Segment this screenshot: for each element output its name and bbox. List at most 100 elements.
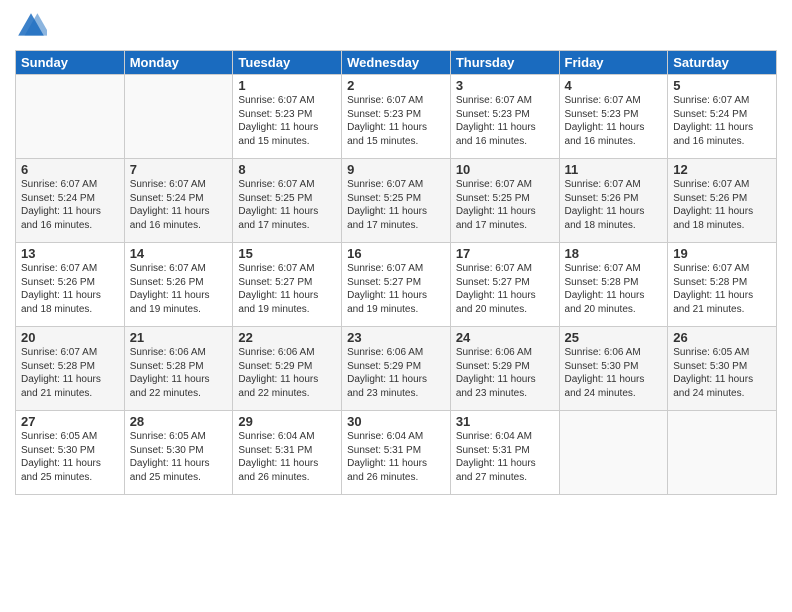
day-number: 29 [238, 414, 336, 429]
day-info: Sunrise: 6:07 AM Sunset: 5:26 PM Dayligh… [673, 178, 771, 232]
day-info: Sunrise: 6:07 AM Sunset: 5:23 PM Dayligh… [456, 94, 554, 148]
calendar-cell: 10Sunrise: 6:07 AM Sunset: 5:25 PM Dayli… [450, 159, 559, 243]
weekday-header-wednesday: Wednesday [342, 51, 451, 75]
day-number: 13 [21, 246, 119, 261]
weekday-header-tuesday: Tuesday [233, 51, 342, 75]
day-number: 27 [21, 414, 119, 429]
calendar-cell: 17Sunrise: 6:07 AM Sunset: 5:27 PM Dayli… [450, 243, 559, 327]
logo-icon [15, 10, 47, 42]
calendar-table: SundayMondayTuesdayWednesdayThursdayFrid… [15, 50, 777, 495]
day-info: Sunrise: 6:06 AM Sunset: 5:30 PM Dayligh… [565, 346, 663, 400]
calendar-cell: 27Sunrise: 6:05 AM Sunset: 5:30 PM Dayli… [16, 411, 125, 495]
day-info: Sunrise: 6:07 AM Sunset: 5:23 PM Dayligh… [347, 94, 445, 148]
day-number: 10 [456, 162, 554, 177]
calendar-cell: 23Sunrise: 6:06 AM Sunset: 5:29 PM Dayli… [342, 327, 451, 411]
calendar-cell: 7Sunrise: 6:07 AM Sunset: 5:24 PM Daylig… [124, 159, 233, 243]
calendar-cell: 5Sunrise: 6:07 AM Sunset: 5:24 PM Daylig… [668, 75, 777, 159]
day-number: 9 [347, 162, 445, 177]
day-info: Sunrise: 6:07 AM Sunset: 5:24 PM Dayligh… [21, 178, 119, 232]
day-number: 2 [347, 78, 445, 93]
calendar-cell: 29Sunrise: 6:04 AM Sunset: 5:31 PM Dayli… [233, 411, 342, 495]
day-number: 3 [456, 78, 554, 93]
calendar-cell: 20Sunrise: 6:07 AM Sunset: 5:28 PM Dayli… [16, 327, 125, 411]
day-number: 4 [565, 78, 663, 93]
calendar-cell: 6Sunrise: 6:07 AM Sunset: 5:24 PM Daylig… [16, 159, 125, 243]
day-number: 7 [130, 162, 228, 177]
day-info: Sunrise: 6:04 AM Sunset: 5:31 PM Dayligh… [347, 430, 445, 484]
day-number: 21 [130, 330, 228, 345]
day-number: 15 [238, 246, 336, 261]
day-info: Sunrise: 6:07 AM Sunset: 5:24 PM Dayligh… [673, 94, 771, 148]
calendar-cell: 21Sunrise: 6:06 AM Sunset: 5:28 PM Dayli… [124, 327, 233, 411]
day-info: Sunrise: 6:07 AM Sunset: 5:25 PM Dayligh… [456, 178, 554, 232]
day-info: Sunrise: 6:07 AM Sunset: 5:28 PM Dayligh… [21, 346, 119, 400]
day-info: Sunrise: 6:06 AM Sunset: 5:29 PM Dayligh… [238, 346, 336, 400]
logo [15, 10, 51, 42]
calendar-cell: 22Sunrise: 6:06 AM Sunset: 5:29 PM Dayli… [233, 327, 342, 411]
day-number: 16 [347, 246, 445, 261]
day-info: Sunrise: 6:05 AM Sunset: 5:30 PM Dayligh… [130, 430, 228, 484]
calendar-cell [668, 411, 777, 495]
day-number: 11 [565, 162, 663, 177]
day-number: 23 [347, 330, 445, 345]
calendar-page: SundayMondayTuesdayWednesdayThursdayFrid… [0, 0, 792, 612]
calendar-cell: 14Sunrise: 6:07 AM Sunset: 5:26 PM Dayli… [124, 243, 233, 327]
calendar-cell: 31Sunrise: 6:04 AM Sunset: 5:31 PM Dayli… [450, 411, 559, 495]
calendar-cell: 30Sunrise: 6:04 AM Sunset: 5:31 PM Dayli… [342, 411, 451, 495]
day-info: Sunrise: 6:07 AM Sunset: 5:25 PM Dayligh… [238, 178, 336, 232]
day-info: Sunrise: 6:07 AM Sunset: 5:25 PM Dayligh… [347, 178, 445, 232]
day-number: 20 [21, 330, 119, 345]
day-info: Sunrise: 6:07 AM Sunset: 5:23 PM Dayligh… [565, 94, 663, 148]
calendar-cell [16, 75, 125, 159]
day-info: Sunrise: 6:07 AM Sunset: 5:26 PM Dayligh… [21, 262, 119, 316]
calendar-cell: 28Sunrise: 6:05 AM Sunset: 5:30 PM Dayli… [124, 411, 233, 495]
calendar-cell: 25Sunrise: 6:06 AM Sunset: 5:30 PM Dayli… [559, 327, 668, 411]
calendar-cell: 16Sunrise: 6:07 AM Sunset: 5:27 PM Dayli… [342, 243, 451, 327]
day-number: 25 [565, 330, 663, 345]
calendar-cell: 8Sunrise: 6:07 AM Sunset: 5:25 PM Daylig… [233, 159, 342, 243]
day-number: 17 [456, 246, 554, 261]
calendar-cell: 9Sunrise: 6:07 AM Sunset: 5:25 PM Daylig… [342, 159, 451, 243]
weekday-header-thursday: Thursday [450, 51, 559, 75]
header [15, 10, 777, 42]
day-number: 31 [456, 414, 554, 429]
calendar-cell: 13Sunrise: 6:07 AM Sunset: 5:26 PM Dayli… [16, 243, 125, 327]
week-row-2: 6Sunrise: 6:07 AM Sunset: 5:24 PM Daylig… [16, 159, 777, 243]
day-info: Sunrise: 6:07 AM Sunset: 5:27 PM Dayligh… [347, 262, 445, 316]
calendar-cell: 3Sunrise: 6:07 AM Sunset: 5:23 PM Daylig… [450, 75, 559, 159]
week-row-4: 20Sunrise: 6:07 AM Sunset: 5:28 PM Dayli… [16, 327, 777, 411]
calendar-cell: 12Sunrise: 6:07 AM Sunset: 5:26 PM Dayli… [668, 159, 777, 243]
day-number: 14 [130, 246, 228, 261]
day-info: Sunrise: 6:07 AM Sunset: 5:26 PM Dayligh… [565, 178, 663, 232]
weekday-header-sunday: Sunday [16, 51, 125, 75]
calendar-cell: 18Sunrise: 6:07 AM Sunset: 5:28 PM Dayli… [559, 243, 668, 327]
day-number: 6 [21, 162, 119, 177]
weekday-header-row: SundayMondayTuesdayWednesdayThursdayFrid… [16, 51, 777, 75]
day-number: 1 [238, 78, 336, 93]
day-info: Sunrise: 6:07 AM Sunset: 5:27 PM Dayligh… [456, 262, 554, 316]
calendar-cell [124, 75, 233, 159]
day-number: 5 [673, 78, 771, 93]
weekday-header-friday: Friday [559, 51, 668, 75]
day-info: Sunrise: 6:07 AM Sunset: 5:28 PM Dayligh… [673, 262, 771, 316]
week-row-5: 27Sunrise: 6:05 AM Sunset: 5:30 PM Dayli… [16, 411, 777, 495]
day-info: Sunrise: 6:05 AM Sunset: 5:30 PM Dayligh… [21, 430, 119, 484]
day-number: 19 [673, 246, 771, 261]
day-info: Sunrise: 6:07 AM Sunset: 5:23 PM Dayligh… [238, 94, 336, 148]
day-number: 26 [673, 330, 771, 345]
day-number: 18 [565, 246, 663, 261]
calendar-cell: 11Sunrise: 6:07 AM Sunset: 5:26 PM Dayli… [559, 159, 668, 243]
calendar-cell [559, 411, 668, 495]
week-row-1: 1Sunrise: 6:07 AM Sunset: 5:23 PM Daylig… [16, 75, 777, 159]
calendar-cell: 1Sunrise: 6:07 AM Sunset: 5:23 PM Daylig… [233, 75, 342, 159]
day-number: 28 [130, 414, 228, 429]
day-info: Sunrise: 6:06 AM Sunset: 5:28 PM Dayligh… [130, 346, 228, 400]
day-info: Sunrise: 6:06 AM Sunset: 5:29 PM Dayligh… [456, 346, 554, 400]
day-number: 22 [238, 330, 336, 345]
calendar-cell: 4Sunrise: 6:07 AM Sunset: 5:23 PM Daylig… [559, 75, 668, 159]
day-number: 24 [456, 330, 554, 345]
day-info: Sunrise: 6:07 AM Sunset: 5:24 PM Dayligh… [130, 178, 228, 232]
day-number: 30 [347, 414, 445, 429]
calendar-cell: 24Sunrise: 6:06 AM Sunset: 5:29 PM Dayli… [450, 327, 559, 411]
day-info: Sunrise: 6:04 AM Sunset: 5:31 PM Dayligh… [456, 430, 554, 484]
